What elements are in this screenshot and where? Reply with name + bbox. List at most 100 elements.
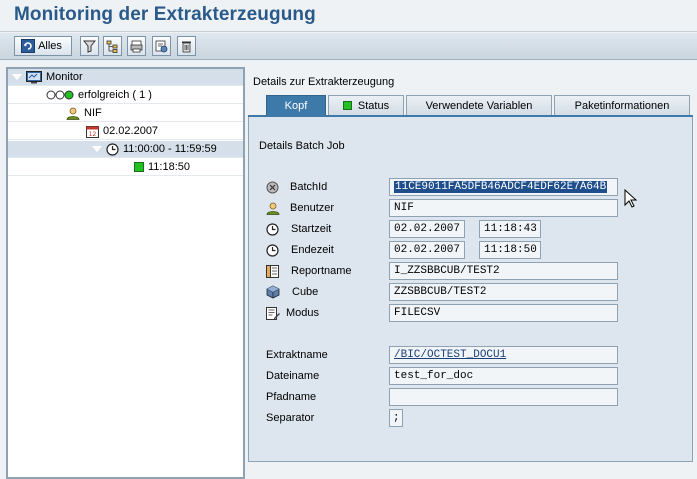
startzeit-row-label: Startzeit [266,220,331,238]
print-button[interactable] [127,36,146,56]
mouse-cursor-icon [624,188,638,212]
tree-node-monitor[interactable]: Monitor [8,69,243,86]
svg-text:12: 12 [89,131,97,138]
benutzer-value: NIF [394,202,414,214]
filter-button[interactable] [80,36,99,56]
modus-label: Modus [286,307,320,319]
expand-triangle-icon[interactable] [52,110,62,116]
clock-icon [266,243,279,257]
reportname-value: I_ZZSBBCUB/TEST2 [394,265,500,277]
tree-label: Monitor [46,71,83,83]
pfadname-label: Pfadname [266,391,317,403]
all-label: Alles [38,40,62,52]
tree-label: 02.02.2007 [103,125,159,137]
cancel-circle-icon [266,181,279,194]
batchid-row-label: BatchId [266,178,327,196]
tree-node-date[interactable]: 12 02.02.2007 [8,123,243,140]
details-panel-title: Details zur Extrakterzeugung [253,76,395,88]
tree-node-successful[interactable]: erfolgreich ( 1 ) [8,87,243,104]
reportname-field[interactable]: I_ZZSBBCUB/TEST2 [389,262,618,280]
batchid-field[interactable]: 11CE9011FA5DFB46ADCF4EDF62E7A64B [389,178,618,196]
pfadname-field[interactable] [389,388,618,406]
tab-label: Kopf [284,99,308,112]
startzeit-time-value: 11:18:43 [484,223,537,235]
delete-button[interactable] [177,36,196,56]
tab-status[interactable]: Status [328,95,404,115]
dateiname-value: test_for_doc [394,370,474,382]
print-icon [130,40,143,53]
cube-label: Cube [292,286,319,298]
cube-row-label: Cube [266,283,318,301]
tree-label: NIF [84,107,102,119]
tab-label: Verwendete Variablen [425,99,533,112]
modus-field[interactable]: FILECSV [389,304,618,322]
separator-value: ; [393,412,400,424]
tree-node-timerange[interactable]: 11:00:00 - 11:59:59 [8,141,243,158]
monitor-icon [26,70,42,84]
clock-icon [266,222,279,236]
title-bar: Monitoring der Extrakterzeugung [0,0,697,32]
benutzer-field[interactable]: NIF [389,199,618,217]
tab-package-info[interactable]: Paketinformationen [554,95,690,115]
hierarchy-button[interactable] [103,36,122,56]
toolbar: Alles [0,33,697,60]
calendar-icon: 12 [86,125,99,138]
green-status-icon [134,162,144,172]
status-lights-icon [46,90,74,100]
expand-triangle-icon[interactable] [32,92,42,98]
filter-icon [83,40,96,53]
section-title: Details Batch Job [259,140,345,152]
tree-label: 11:00:00 - 11:59:59 [123,143,217,155]
startzeit-date-value: 02.02.2007 [394,223,461,235]
tree-node-run[interactable]: 11:18:50 [8,159,243,176]
delete-icon [180,40,193,53]
endezeit-time-field[interactable]: 11:18:50 [479,241,541,259]
extraktname-label: Extraktname [266,349,328,361]
endezeit-date-value: 02.02.2007 [394,244,461,256]
monitor-tree: Monitor erfolgreich ( 1 ) NIF 12 02.02.2… [6,67,245,479]
startzeit-label: Startzeit [291,223,332,235]
benutzer-label: Benutzer [290,202,335,214]
tree-node-user[interactable]: NIF [8,105,243,122]
expand-triangle-icon[interactable] [12,74,22,80]
dateiname-field[interactable]: test_for_doc [389,367,618,385]
cube-value: ZZSBBCUB/TEST2 [394,286,487,298]
separator-label: Separator [266,412,315,424]
settings-icon [155,40,168,53]
startzeit-date-field[interactable]: 02.02.2007 [389,220,465,238]
document-edit-icon [266,306,280,320]
tree-label: 11:18:50 [148,161,191,173]
endezeit-label: Endezeit [291,244,334,256]
tab-label: Paketinformationen [574,99,670,112]
refresh-icon [21,39,36,53]
benutzer-row-label: Benutzer [266,199,334,217]
clock-icon [106,142,119,156]
endezeit-row-label: Endezeit [266,241,334,259]
report-icon [266,264,279,278]
reportname-label: Reportname [291,265,352,277]
modus-row-label: Modus [266,304,319,322]
settings-button[interactable] [152,36,171,56]
cube-icon [266,285,280,299]
reportname-row-label: Reportname [266,262,352,280]
green-status-icon [342,101,352,110]
expand-triangle-icon[interactable] [92,146,102,152]
separator-field[interactable]: ; [389,409,403,427]
tab-kopf[interactable]: Kopf [266,95,326,115]
user-icon [266,202,280,215]
modus-value: FILECSV [394,307,441,319]
tab-variables[interactable]: Verwendete Variablen [406,95,552,115]
batchid-label: BatchId [290,181,328,193]
extraktname-value: /BIC/OCTEST_DOCU1 [394,349,507,361]
endezeit-time-value: 11:18:50 [484,244,537,256]
hierarchy-icon [106,40,119,53]
extraktname-field[interactable]: /BIC/OCTEST_DOCU1 [389,346,618,364]
cube-field[interactable]: ZZSBBCUB/TEST2 [389,283,618,301]
endezeit-date-field[interactable]: 02.02.2007 [389,241,465,259]
startzeit-time-field[interactable]: 11:18:43 [479,220,541,238]
expand-triangle-icon[interactable] [72,128,82,134]
tree-label: erfolgreich ( 1 ) [78,89,152,101]
refresh-all-button[interactable]: Alles [14,36,72,56]
page-title: Monitoring der Extrakterzeugung [14,4,316,25]
tab-label: Status [357,99,390,112]
